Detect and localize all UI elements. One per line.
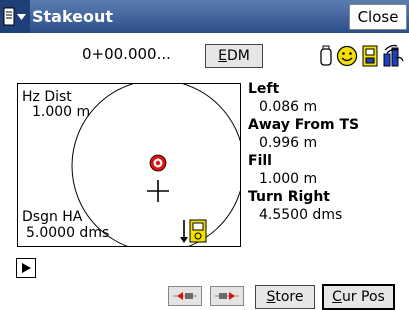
total-station-icon: [189, 219, 207, 243]
play-button[interactable]: [16, 258, 36, 278]
battery-icon[interactable]: [320, 45, 332, 67]
delta-row: Left 0.086 m: [248, 80, 408, 116]
current-position-button[interactable]: Cur Pos: [322, 284, 395, 310]
right-arrow-icon: [215, 292, 239, 300]
previous-point-button[interactable]: [168, 286, 202, 306]
radio-link-icon[interactable]: [382, 44, 404, 68]
status-icons: [320, 42, 404, 70]
window-title: Stakeout: [32, 7, 114, 26]
hz-dist-label: Hz Dist: [22, 89, 72, 105]
edm-button[interactable]: EDM: [205, 44, 263, 68]
delta-row: Away From TS 0.996 m: [248, 116, 408, 152]
left-arrow-icon: [173, 292, 197, 300]
current-position-label: Cur Pos: [332, 289, 385, 305]
delta-row: Turn Right 4.5500 dms: [248, 188, 408, 224]
start-menu-icon: [3, 7, 26, 25]
start-menu-button[interactable]: [0, 0, 30, 33]
delta-label: Left: [248, 81, 280, 97]
instrument-status-icon[interactable]: [362, 44, 378, 68]
deltas-panel[interactable]: Left 0.086 m Away From TS 0.996 m Fill 1…: [248, 80, 408, 224]
dsgn-ha-label: Dsgn HA: [22, 209, 83, 225]
next-point-button[interactable]: [210, 286, 244, 306]
delta-value: 4.5500 dms: [259, 207, 343, 223]
delta-value: 0.996 m: [259, 135, 318, 151]
crosshair-icon: [147, 180, 169, 202]
delta-label: Away From TS: [248, 117, 360, 133]
close-button[interactable]: Close: [349, 4, 407, 30]
delta-value: 1.000 m: [259, 171, 318, 187]
play-icon: [22, 263, 31, 273]
direction-arrows-icon: [180, 220, 188, 243]
edm-label: EDM: [218, 48, 250, 64]
delta-value: 0.086 m: [259, 99, 318, 115]
delta-label: Fill: [248, 153, 272, 169]
dsgn-ha-value: 5.0000 dms: [26, 225, 110, 241]
store-button[interactable]: Store: [255, 285, 315, 309]
store-label: Store: [266, 289, 304, 305]
stakeout-plot[interactable]: Hz Dist 1.000 m Dsgn HA 5.0000 dms: [17, 83, 241, 247]
target-icon: [149, 154, 167, 172]
station-readout[interactable]: 0+00.000...: [82, 45, 171, 63]
delta-row: Fill 1.000 m: [248, 152, 408, 188]
hz-dist-value: 1.000 m: [32, 104, 91, 120]
delta-label: Turn Right: [248, 189, 330, 205]
title-bar: Stakeout Close: [0, 0, 409, 33]
smiley-icon[interactable]: [336, 45, 358, 67]
